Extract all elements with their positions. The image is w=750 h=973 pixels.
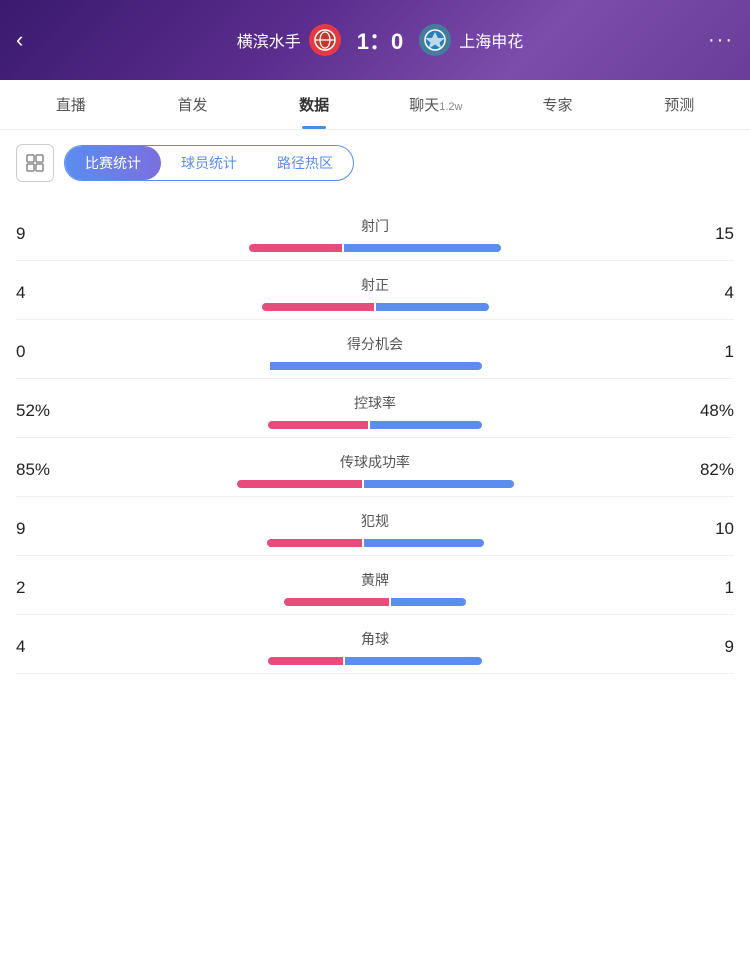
bar-left xyxy=(268,421,368,429)
stat-row: 85% 传球成功率 82% xyxy=(16,438,734,497)
stats-container: 9 射门 15 4 射正 4 0 得分机会 1 xyxy=(16,202,734,674)
stat-right-val: 10 xyxy=(674,519,734,539)
stat-left-val: 85% xyxy=(16,460,76,480)
bar-right xyxy=(391,598,466,606)
bar-left xyxy=(267,539,362,547)
bar-right xyxy=(364,539,484,547)
stat-center: 得分机会 xyxy=(76,334,674,370)
stat-bar-container xyxy=(76,657,674,665)
bar-right xyxy=(376,303,489,311)
team-left-logo xyxy=(309,24,341,56)
filter-player-stats[interactable]: 球员统计 xyxy=(161,146,257,180)
stat-label: 得分机会 xyxy=(347,334,403,354)
match-score: 1：0 xyxy=(349,24,411,56)
stat-center: 射门 xyxy=(76,216,674,252)
bar-right xyxy=(270,362,483,370)
bar-left xyxy=(237,480,362,488)
stat-label: 控球率 xyxy=(354,393,396,413)
tab-live[interactable]: 直播 xyxy=(10,80,132,129)
filter-icon-button[interactable] xyxy=(16,144,54,182)
stat-left-val: 9 xyxy=(16,519,76,539)
stat-label: 角球 xyxy=(361,629,389,649)
stat-row: 4 射正 4 xyxy=(16,261,734,320)
filter-match-stats[interactable]: 比赛统计 xyxy=(65,146,161,180)
stat-label: 犯规 xyxy=(361,511,389,531)
grid-icon xyxy=(25,153,45,173)
stat-label: 黄牌 xyxy=(361,570,389,590)
bar-right xyxy=(364,480,514,488)
stat-bar-container xyxy=(76,480,674,488)
stat-right-val: 9 xyxy=(674,637,734,657)
bar-left xyxy=(284,598,389,606)
stat-right-val: 15 xyxy=(674,224,734,244)
stat-row: 52% 控球率 48% xyxy=(16,379,734,438)
stat-bar-container xyxy=(76,598,674,606)
stat-left-val: 9 xyxy=(16,224,76,244)
stat-center: 控球率 xyxy=(76,393,674,429)
main-content: 比赛统计 球员统计 路径热区 9 射门 15 4 射正 4 0 得分机会 xyxy=(0,130,750,688)
bar-right xyxy=(370,421,483,429)
stat-right-val: 1 xyxy=(674,342,734,362)
stat-bar-container xyxy=(76,362,674,370)
match-info: 横滨水手 1：0 上海申花 xyxy=(52,24,708,56)
stat-right-val: 1 xyxy=(674,578,734,598)
stat-center: 黄牌 xyxy=(76,570,674,606)
stat-center: 传球成功率 xyxy=(76,452,674,488)
tab-lineup[interactable]: 首发 xyxy=(132,80,254,129)
filter-buttons: 比赛统计 球员统计 路径热区 xyxy=(64,145,354,181)
stat-center: 射正 xyxy=(76,275,674,311)
bar-left xyxy=(262,303,375,311)
stat-row: 4 角球 9 xyxy=(16,615,734,674)
bar-left xyxy=(249,244,342,252)
stat-center: 犯规 xyxy=(76,511,674,547)
stat-right-val: 48% xyxy=(674,401,734,421)
tab-chat[interactable]: 聊天1.2w xyxy=(375,80,497,129)
tab-expert[interactable]: 专家 xyxy=(497,80,619,129)
bar-left xyxy=(268,657,343,665)
stat-label: 射正 xyxy=(361,275,389,295)
more-button[interactable]: ··· xyxy=(708,29,734,52)
stat-bar-container xyxy=(76,539,674,547)
filter-row: 比赛统计 球员统计 路径热区 xyxy=(16,144,734,182)
stat-left-val: 4 xyxy=(16,637,76,657)
stat-right-val: 82% xyxy=(674,460,734,480)
stat-row: 0 得分机会 1 xyxy=(16,320,734,379)
stat-label: 传球成功率 xyxy=(340,452,410,472)
stat-row: 9 犯规 10 xyxy=(16,497,734,556)
stat-left-val: 0 xyxy=(16,342,76,362)
stat-left-val: 2 xyxy=(16,578,76,598)
team-right-name: 上海申花 xyxy=(459,28,523,52)
back-button[interactable]: ‹ xyxy=(16,27,52,53)
stat-row: 9 射门 15 xyxy=(16,202,734,261)
tab-stats[interactable]: 数据 xyxy=(253,80,375,129)
team-right-logo xyxy=(419,24,451,56)
stat-bar-container xyxy=(76,303,674,311)
bar-right xyxy=(345,657,483,665)
stat-label: 射门 xyxy=(361,216,389,236)
stat-row: 2 黄牌 1 xyxy=(16,556,734,615)
bar-right xyxy=(344,244,502,252)
nav-tabs: 直播 首发 数据 聊天1.2w 专家 预测 xyxy=(0,80,750,130)
stat-bar-container xyxy=(76,244,674,252)
stat-bar-container xyxy=(76,421,674,429)
chat-badge: 1.2w xyxy=(439,101,462,113)
stat-left-val: 52% xyxy=(16,401,76,421)
team-left-name: 横滨水手 xyxy=(237,28,301,52)
header: ‹ 横滨水手 1：0 上海申花 ··· xyxy=(0,0,750,80)
stat-right-val: 4 xyxy=(674,283,734,303)
filter-heatmap[interactable]: 路径热区 xyxy=(257,146,353,180)
stat-center: 角球 xyxy=(76,629,674,665)
stat-left-val: 4 xyxy=(16,283,76,303)
tab-predict[interactable]: 预测 xyxy=(618,80,740,129)
